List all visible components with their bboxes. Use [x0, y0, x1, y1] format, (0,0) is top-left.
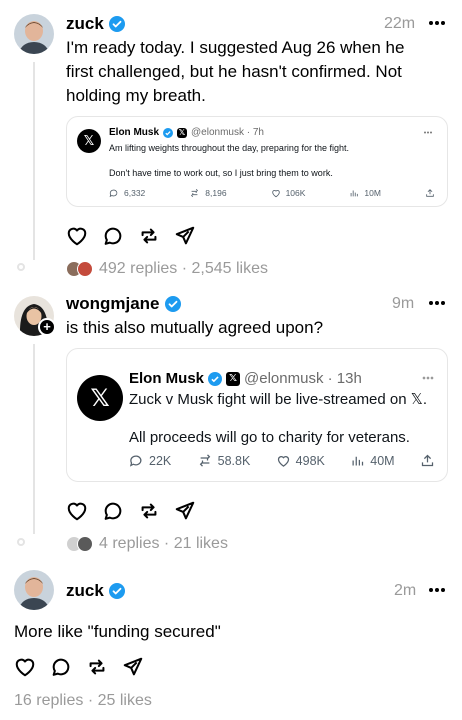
quote-2-stats: 22K 58.8K 498K 40M [129, 453, 435, 468]
thread-line [33, 344, 35, 534]
x-badge-icon: 𝕏 [226, 371, 241, 386]
heart-icon [271, 190, 280, 198]
verified-badge-icon [163, 127, 174, 138]
more-icon[interactable] [423, 131, 433, 134]
post-3-text: More like "funding secured" [14, 622, 221, 641]
post-2-actions [66, 500, 196, 522]
post-1-time: 22m [384, 15, 416, 32]
repliers-avatars [66, 536, 93, 552]
avatar-zuck[interactable] [14, 14, 54, 54]
reply-icon [129, 455, 142, 467]
more-icon[interactable] [428, 587, 446, 593]
reposts-stat[interactable]: 8,196 [189, 188, 227, 198]
post-3-time: 2m [394, 582, 417, 599]
quote-1-author: Elon Musk 𝕏 @elonmusk · 7h [109, 127, 264, 138]
reply-icon[interactable] [102, 500, 124, 522]
post-1-text: I'm ready today. I suggested Aug 26 when… [66, 38, 405, 105]
replies-stat[interactable]: 6,332 [109, 188, 145, 198]
post-2-meta[interactable]: 4 replies · 21 likes [66, 535, 228, 553]
post-2-time: 9m [392, 295, 415, 312]
quote-card-1[interactable]: 𝕏 Elon Musk 𝕏 @elonmusk · 7h Am lifting … [66, 116, 448, 207]
repost-icon [199, 454, 210, 467]
quote-2-line1: Zuck v Musk fight will be live-streamed … [129, 391, 428, 408]
heart-icon [277, 456, 289, 467]
post-1-actions [66, 225, 196, 247]
reposts-stat[interactable]: 58.8K [197, 453, 250, 468]
repost-icon[interactable] [138, 225, 160, 247]
quote-2-author: Elon Musk 𝕏 @elonmusk · 13h [129, 370, 362, 387]
x-badge-icon: 𝕏 [177, 127, 188, 138]
verified-badge-icon [108, 16, 125, 32]
quote-1-line1: Am lifting weights throughout the day, p… [109, 143, 349, 153]
views-stat[interactable]: 10M [349, 188, 381, 198]
share-icon[interactable] [174, 225, 196, 247]
replies-stat[interactable]: 22K [129, 453, 171, 468]
repost-icon [191, 188, 199, 198]
likes-stat[interactable]: 106K [271, 188, 305, 198]
thread-end [17, 538, 25, 546]
verified-badge-icon [164, 296, 181, 312]
quote-1-stats: 6,332 8,196 106K 10M [109, 188, 435, 198]
x-logo-icon: 𝕏 [77, 375, 123, 421]
quote-2-line2: All proceeds will go to charity for vete… [129, 429, 410, 446]
likes-stat[interactable]: 498K [276, 453, 325, 468]
more-icon[interactable] [428, 20, 446, 26]
thread-line [33, 62, 35, 260]
verified-badge-icon [208, 371, 223, 386]
follow-plus-icon[interactable]: + [38, 318, 56, 336]
post-3-username[interactable]: zuck [66, 581, 125, 601]
views-icon [352, 456, 364, 466]
upload-icon[interactable] [425, 188, 435, 198]
avatar-zuck[interactable] [14, 570, 54, 610]
verified-badge-icon [108, 583, 125, 599]
post-3-meta[interactable]: 16 replies · 25 likes [14, 692, 152, 710]
post-2-username[interactable]: wongmjane [66, 294, 181, 314]
more-icon[interactable] [421, 376, 435, 380]
upload-icon[interactable] [420, 453, 435, 468]
reply-icon[interactable] [102, 225, 124, 247]
heart-icon[interactable] [66, 225, 88, 247]
x-logo-icon: 𝕏 [77, 129, 101, 153]
post-2-text: is this also mutually agreed upon? [66, 318, 324, 337]
repost-icon[interactable] [138, 500, 160, 522]
reply-icon [109, 189, 118, 198]
repost-icon[interactable] [86, 656, 108, 678]
repliers-avatars [66, 261, 93, 277]
post-3-actions [14, 656, 144, 678]
reply-icon[interactable] [50, 656, 72, 678]
quote-1-line2: Don't have time to work out, so I just b… [109, 168, 333, 178]
post-1-meta[interactable]: 492 replies · 2,545 likes [66, 260, 268, 278]
post-1-username[interactable]: zuck [66, 14, 125, 34]
views-stat[interactable]: 40M [350, 453, 395, 468]
heart-icon[interactable] [66, 500, 88, 522]
views-icon [351, 190, 359, 197]
quote-card-2[interactable]: 𝕏 Elon Musk 𝕏 @elonmusk · 13h Zuck v Mus… [66, 348, 448, 482]
heart-icon[interactable] [14, 656, 36, 678]
more-icon[interactable] [428, 300, 446, 306]
share-icon[interactable] [122, 656, 144, 678]
thread-end [17, 263, 25, 271]
share-icon[interactable] [174, 500, 196, 522]
